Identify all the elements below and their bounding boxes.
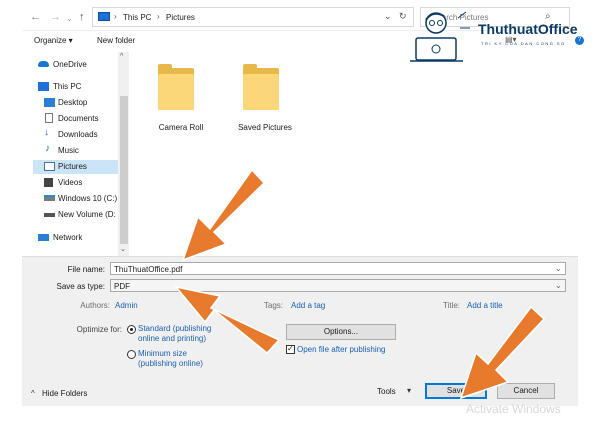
folder-label-camera-roll[interactable]: Camera Roll [136,123,226,132]
optimize-standard-line1[interactable]: Standard (publishing [138,324,211,334]
save-type-value[interactable]: PDF [114,282,130,291]
file-name-value[interactable]: ThuThuatOffice.pdf [114,265,182,274]
new-folder-button[interactable]: New folder [97,36,135,45]
tools-menu[interactable]: Tools [377,387,396,396]
organize-menu[interactable]: Organize ▾ [34,36,73,45]
refresh-icon[interactable]: ↻ [399,11,407,22]
tags-value[interactable]: Add a tag [291,301,325,310]
folder-icon[interactable] [158,62,194,110]
sidebar-scroll-thumb[interactable] [120,96,128,244]
videos-icon [44,178,53,187]
sidebar-item-this-pc[interactable]: This PC [53,82,81,94]
music-icon: ♪ [45,143,50,154]
back-arrow-icon[interactable]: ← [30,11,41,23]
title-label: Title: [442,301,460,310]
authors-label: Authors: [80,301,110,310]
optimize-label: Optimize for: [76,325,122,334]
sidebar-item-onedrive[interactable]: OneDrive [53,60,87,72]
optimize-minimum-line1[interactable]: Minimum size [138,349,187,359]
logo-mascot-icon [410,11,470,62]
open-after-checkbox[interactable] [286,344,295,354]
sidebar-item-windows-drive[interactable]: Windows 10 (C:) [58,194,117,206]
sidebar-item-music[interactable]: Music [58,146,79,158]
computer-icon [38,82,49,91]
drive-icon [44,195,55,201]
optimize-standard-radio[interactable] [127,325,136,334]
open-after-label[interactable]: Open file after publishing [297,345,386,355]
download-icon: ↓ [44,127,49,138]
breadcrumb-pictures[interactable]: Pictures [166,13,195,22]
up-arrow-icon[interactable]: ↑ [79,11,85,23]
computer-icon [98,12,110,21]
sidebar-item-desktop[interactable]: Desktop [58,98,87,110]
save-type-label: Save as type: [56,282,105,291]
title-value[interactable]: Add a title [467,301,503,310]
folder-label-saved-pictures[interactable]: Saved Pictures [220,123,310,132]
documents-icon [45,113,53,123]
save-type-select[interactable] [110,279,566,292]
folder-icon[interactable] [243,62,279,110]
desktop-icon [44,98,55,107]
optimize-minimum-radio[interactable] [127,350,136,359]
hide-folders-button[interactable]: Hide Folders [42,389,87,398]
breadcrumb-this-pc[interactable]: This PC [123,13,151,22]
chevron-down-icon[interactable]: ▾ [407,386,411,395]
drive-icon [44,213,55,217]
forward-arrow-icon[interactable]: → [50,11,61,23]
file-name-label: File name: [67,265,105,274]
options-button[interactable]: Options... [286,324,396,340]
tags-label: Tags: [263,301,283,310]
scroll-down-icon[interactable]: ⌄ [120,245,126,253]
address-dropdown-icon[interactable]: ⌄ [384,11,392,22]
arrow-to-file-name-icon [181,168,266,262]
breadcrumb-separator-icon: › [114,12,117,21]
chevron-up-icon[interactable]: ^ [31,389,35,398]
network-icon [38,234,49,241]
sidebar-item-pictures[interactable]: Pictures [58,162,87,174]
cloud-icon [38,61,49,67]
optimize-standard-line2[interactable]: online and printing) [138,334,206,344]
sidebar-item-network[interactable]: Network [53,233,82,245]
recent-locations-icon[interactable]: ⌄ [66,13,73,25]
save-button[interactable]: Save [425,383,487,399]
help-icon[interactable]: ? [575,36,584,45]
cancel-button[interactable]: Cancel [497,383,555,399]
activation-watermark: Activate Windows [466,402,561,416]
breadcrumb-separator-icon: › [157,12,160,21]
authors-value[interactable]: Admin [115,301,138,310]
chevron-down-icon[interactable]: ⌄ [555,264,562,273]
chevron-down-icon[interactable]: ⌄ [555,281,562,290]
sidebar-item-documents[interactable]: Documents [58,114,98,126]
logo-name: ThuthuatOffice [478,21,578,37]
sidebar-item-videos[interactable]: Videos [58,178,82,190]
optimize-minimum-line2[interactable]: (publishing online) [138,359,203,369]
pictures-icon [44,162,55,171]
logo-tagline: TRI KY CUA DAN CONG SO [481,41,566,46]
scroll-up-icon[interactable]: ^ [120,53,123,60]
sidebar-item-new-volume[interactable]: New Volume (D: [58,210,116,222]
sidebar-item-downloads[interactable]: Downloads [58,130,98,142]
